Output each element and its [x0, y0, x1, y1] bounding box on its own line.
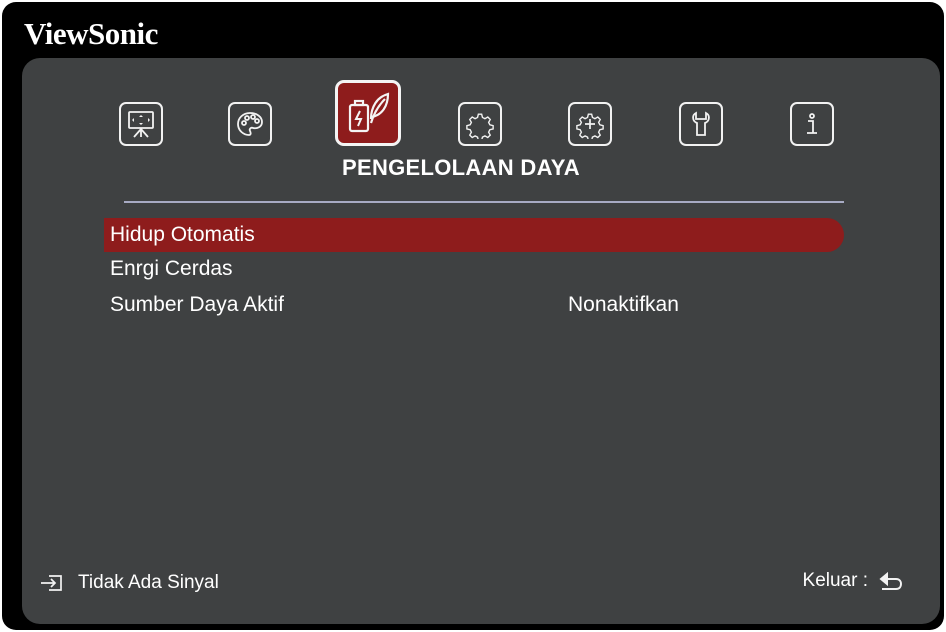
signal-status: Tidak Ada Sinyal — [40, 572, 219, 594]
exit-label: Keluar : — [802, 570, 868, 591]
menu-item-active-power-source[interactable]: Sumber Daya Aktif Nonaktifkan — [104, 288, 844, 322]
menu-panel: PENGELOLAAN DAYA Hidup Otomatis Enrgi Ce… — [22, 58, 940, 624]
tab-color[interactable] — [228, 102, 272, 146]
menu-item-label: Hidup Otomatis — [110, 223, 255, 246]
menu-item-smart-energy[interactable]: Enrgi Cerdas — [104, 252, 844, 286]
palette-icon — [237, 112, 263, 136]
menu-item-label: Enrgi Cerdas — [110, 257, 233, 280]
display-icon — [128, 111, 154, 138]
brand-logo: ViewSonic — [24, 16, 158, 51]
info-icon — [807, 113, 817, 134]
wrench-icon — [692, 111, 710, 136]
menu-item-value: Nonaktifkan — [568, 293, 679, 316]
return-arrow-icon — [879, 571, 903, 590]
tab-basic-settings[interactable] — [458, 102, 502, 146]
tab-display[interactable] — [119, 102, 163, 146]
active-tab-title: PENGELOLAAN DAYA — [342, 155, 580, 180]
osd-window: ViewSonic PENGELOLAAN DAYA Hidup Otomati… — [2, 2, 944, 630]
tab-power-management[interactable] — [335, 80, 401, 146]
signal-status-text: Tidak Ada Sinyal — [78, 572, 219, 593]
gear-plus-icon — [576, 113, 604, 139]
tab-information[interactable] — [790, 102, 834, 146]
tab-system[interactable] — [679, 102, 723, 146]
menu-item-auto-power-on[interactable]: Hidup Otomatis — [104, 218, 844, 252]
exit-hint[interactable]: Keluar : — [803, 570, 904, 592]
input-source-icon — [41, 575, 62, 591]
menu-item-label: Sumber Daya Aktif — [110, 293, 284, 316]
divider — [124, 201, 844, 203]
power-leaf-icon — [348, 92, 390, 133]
tab-advanced-settings[interactable] — [568, 102, 612, 146]
gear-icon — [466, 113, 494, 139]
